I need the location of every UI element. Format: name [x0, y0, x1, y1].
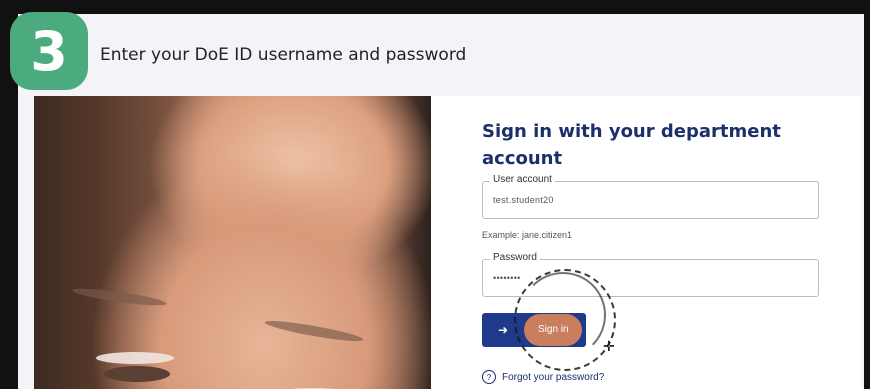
password-value: •••••••• — [493, 273, 521, 283]
right-eyebrow — [263, 317, 365, 345]
signin-title: Sign in with your department account — [482, 121, 781, 169]
left-eye — [104, 366, 170, 382]
step-number-badge: 3 — [10, 12, 88, 90]
user-account-field[interactable]: User account test.student20 — [482, 174, 819, 219]
user-account-value: test.student20 — [493, 195, 554, 205]
user-account-hint: Example: jane.citizen1 — [482, 230, 573, 240]
password-label: Password — [490, 252, 540, 263]
click-indicator-arc — [520, 272, 606, 358]
left-eyebrow — [71, 285, 168, 309]
window-top-border — [0, 0, 870, 14]
screenshot-frame: 3 Enter your DoE ID username and passwor… — [0, 0, 870, 389]
forgot-password-link[interactable]: ? Forgot your password? — [482, 370, 604, 384]
instruction-heading: Enter your DoE ID username and password — [100, 45, 467, 65]
question-circle-icon: ? — [482, 370, 496, 384]
forgot-password-label: Forgot your password? — [502, 371, 605, 383]
cursor-crosshair-icon: ✛ — [603, 338, 615, 354]
student-photo — [34, 96, 431, 389]
sign-in-arrow-icon: ➜ — [498, 323, 509, 337]
window-right-border — [864, 0, 870, 389]
left-eyelid — [96, 352, 174, 364]
user-account-label: User account — [490, 174, 555, 185]
